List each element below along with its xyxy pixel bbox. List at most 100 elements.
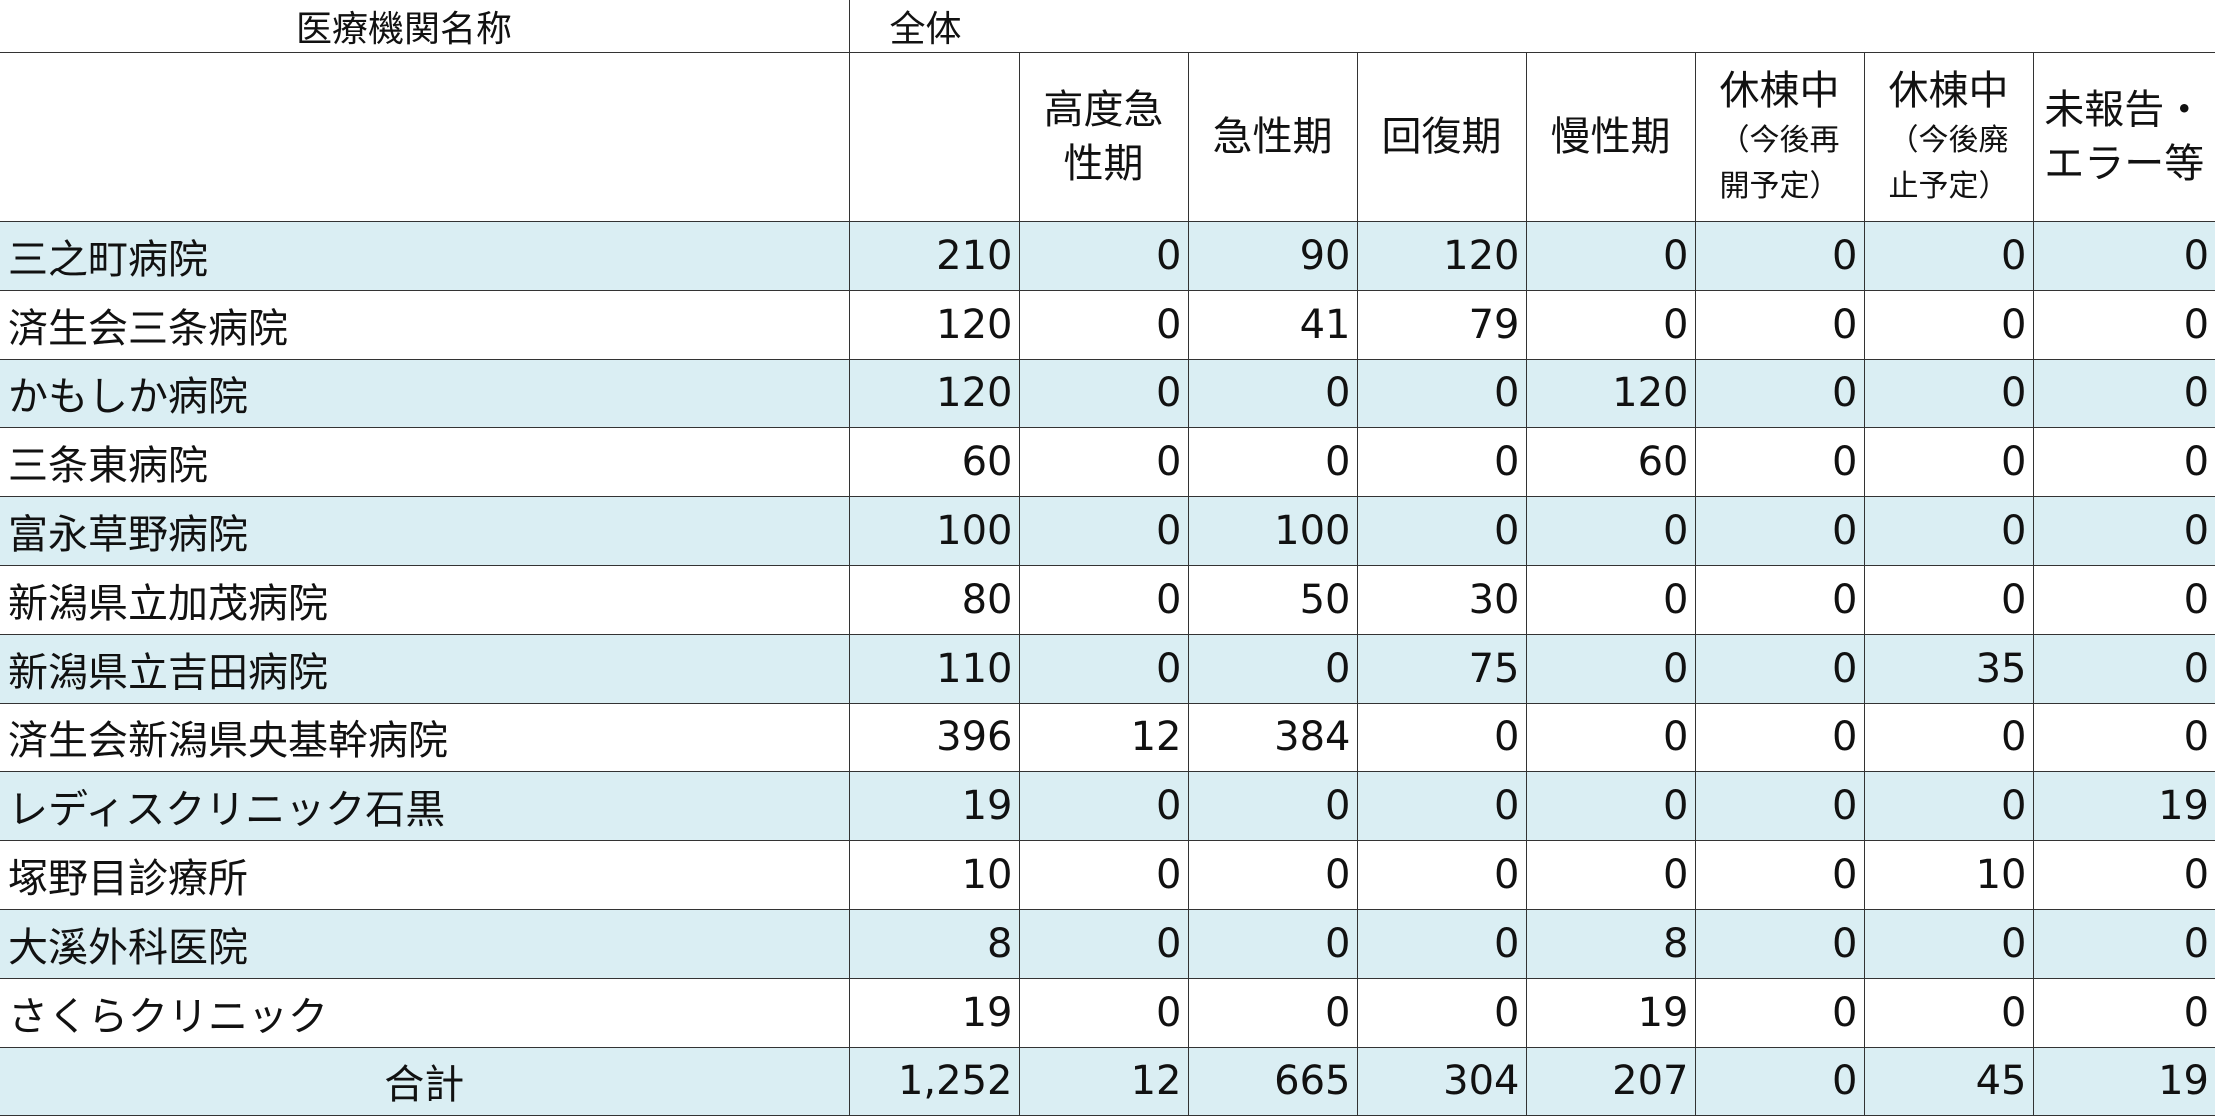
bed-function-table: 医療機関名称 全体 高度急性期急性期回復期慢性期休棟中（今後再開予定）休棟中（今…: [0, 0, 2215, 1116]
bed-count-cell: 0: [1019, 841, 1188, 910]
bed-count-cell: 0: [1526, 290, 1695, 359]
bed-count-cell: 60: [1526, 428, 1695, 497]
table-row: 済生会三条病院120041790000: [0, 290, 2215, 359]
bed-count-cell: 0: [1864, 222, 2033, 291]
facility-name-cell: 済生会三条病院: [0, 290, 849, 359]
bed-count-cell: 0: [1695, 772, 1864, 841]
bed-count-cell: 0: [1526, 497, 1695, 566]
bed-count-cell: 79: [1357, 290, 1526, 359]
bed-count-cell: 0: [1526, 703, 1695, 772]
bed-count-cell: 0: [1864, 565, 2033, 634]
bed-count-cell: 0: [1526, 634, 1695, 703]
column-header-line: 回復期: [1358, 110, 1526, 164]
column-header-line: 開予定）: [1696, 164, 1864, 211]
table-title-row: 医療機関名称 全体: [0, 0, 2215, 53]
bed-count-cell: 0: [1695, 703, 1864, 772]
table-row: 塚野目診療所1000000100: [0, 841, 2215, 910]
facility-name-cell: レディスクリニック石黒: [0, 772, 849, 841]
column-header-line: エラー等: [2034, 137, 2215, 191]
bed-count-cell: 8: [849, 909, 1019, 978]
facility-name-cell: 新潟県立吉田病院: [0, 634, 849, 703]
bed-count-cell: 19: [1526, 978, 1695, 1047]
bed-count-cell: 0: [2033, 222, 2215, 291]
bed-count-cell: 0: [1695, 978, 1864, 1047]
bed-count-cell: 0: [2033, 565, 2215, 634]
bed-count-cell: 0: [1188, 428, 1357, 497]
bed-count-cell: 120: [1357, 222, 1526, 291]
bed-count-cell: 0: [1864, 290, 2033, 359]
bed-count-cell: 0: [2033, 978, 2215, 1047]
bed-count-cell: 30: [1357, 565, 1526, 634]
facility-name-cell: かもしか病院: [0, 359, 849, 428]
bed-count-cell: 0: [1019, 772, 1188, 841]
bed-count-cell: 0: [1357, 703, 1526, 772]
bed-count-cell: 0: [1695, 428, 1864, 497]
column-header-blank: [0, 53, 849, 222]
bed-count-cell: 0: [1188, 359, 1357, 428]
bed-count-cell: 0: [1188, 909, 1357, 978]
column-header-2: 急性期: [1188, 53, 1357, 222]
column-header-0: [849, 53, 1019, 222]
table-row: 富永草野病院100010000000: [0, 497, 2215, 566]
bed-count-cell: 0: [1695, 634, 1864, 703]
bed-count-cell: 0: [1864, 703, 2033, 772]
column-header-line: 休棟中: [1865, 64, 2033, 118]
bed-count-cell: 0: [1357, 909, 1526, 978]
bed-count-cell: 0: [2033, 290, 2215, 359]
bed-count-cell: 0: [1526, 841, 1695, 910]
bed-count-cell: 0: [1695, 565, 1864, 634]
overall-header: 全体: [849, 0, 2215, 53]
facility-name-cell: さくらクリニック: [0, 978, 849, 1047]
bed-count-cell: 0: [1864, 909, 2033, 978]
total-count-cell: 665: [1188, 1047, 1357, 1116]
table-row: 三条東病院6000060000: [0, 428, 2215, 497]
total-count-cell: 1,252: [849, 1047, 1019, 1116]
facility-name-cell: 富永草野病院: [0, 497, 849, 566]
facility-name-cell: 新潟県立加茂病院: [0, 565, 849, 634]
bed-count-cell: 0: [1357, 841, 1526, 910]
bed-count-cell: 0: [1188, 841, 1357, 910]
bed-count-cell: 0: [1357, 772, 1526, 841]
bed-count-cell: 0: [1019, 428, 1188, 497]
bed-count-cell: 0: [1864, 978, 2033, 1047]
column-header-line: 高度急: [1020, 83, 1188, 137]
facility-name-cell: 三条東病院: [0, 428, 849, 497]
bed-count-cell: 0: [1526, 772, 1695, 841]
bed-count-cell: 12: [1019, 703, 1188, 772]
bed-count-cell: 0: [1695, 222, 1864, 291]
facility-name-cell: 大溪外科医院: [0, 909, 849, 978]
bed-count-cell: 0: [1357, 359, 1526, 428]
bed-count-cell: 0: [1019, 978, 1188, 1047]
total-label-cell: 合計: [0, 1047, 849, 1116]
column-header-7: 未報告・エラー等: [2033, 53, 2215, 222]
bed-count-cell: 75: [1357, 634, 1526, 703]
column-header-line: 止予定）: [1865, 164, 2033, 211]
bed-count-cell: 0: [2033, 909, 2215, 978]
bed-count-cell: 41: [1188, 290, 1357, 359]
bed-count-cell: 120: [849, 290, 1019, 359]
bed-count-cell: 396: [849, 703, 1019, 772]
bed-count-cell: 0: [1188, 634, 1357, 703]
bed-count-cell: 100: [849, 497, 1019, 566]
bed-count-cell: 0: [1357, 428, 1526, 497]
column-header-line: 未報告・: [2034, 83, 2215, 137]
column-header-line: （今後再: [1696, 118, 1864, 165]
bed-count-cell: 0: [1695, 841, 1864, 910]
column-header-6: 休棟中（今後廃止予定）: [1864, 53, 2033, 222]
bed-count-cell: 384: [1188, 703, 1357, 772]
bed-count-cell: 0: [1526, 565, 1695, 634]
bed-count-cell: 0: [2033, 497, 2215, 566]
bed-count-cell: 10: [849, 841, 1019, 910]
total-count-cell: 0: [1695, 1047, 1864, 1116]
table-row: レディスクリニック石黒1900000019: [0, 772, 2215, 841]
bed-count-cell: 0: [1188, 978, 1357, 1047]
bed-count-cell: 10: [1864, 841, 2033, 910]
bed-count-cell: 80: [849, 565, 1019, 634]
bed-function-table-sheet: 医療機関名称 全体 高度急性期急性期回復期慢性期休棟中（今後再開予定）休棟中（今…: [0, 0, 2215, 1111]
table-row: 済生会新潟県央基幹病院3961238400000: [0, 703, 2215, 772]
column-header-3: 回復期: [1357, 53, 1526, 222]
bed-count-cell: 0: [1526, 222, 1695, 291]
facility-name-cell: 済生会新潟県央基幹病院: [0, 703, 849, 772]
table-row: 新潟県立吉田病院110007500350: [0, 634, 2215, 703]
bed-count-cell: 0: [2033, 428, 2215, 497]
